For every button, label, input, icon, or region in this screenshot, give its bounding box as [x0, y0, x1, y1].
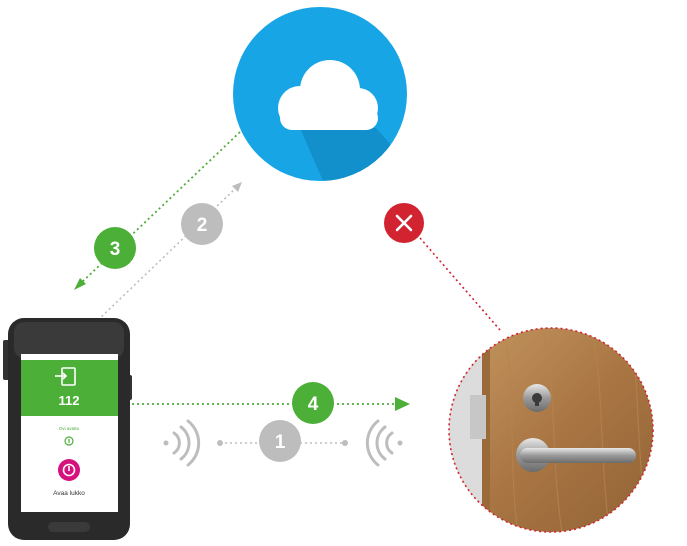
- arrowhead-to-phone: [74, 278, 86, 290]
- arrowhead-to-cloud: [232, 182, 242, 192]
- connector-nfc-end-right: [342, 440, 348, 446]
- diagram-stage: 1 2 3 4 112 Ovi avattu Avaa lukko: [0, 0, 687, 546]
- mobile-phone: 112 Ovi avattu Avaa lukko: [3, 318, 132, 540]
- door-number: 112: [59, 393, 80, 408]
- failure-badge: [384, 203, 424, 243]
- nfc-waves-right-icon: [365, 419, 403, 467]
- door-handle: [520, 448, 636, 463]
- diagram-canvas: 1 2 3 4 112 Ovi avattu Avaa lukko: [3, 7, 654, 540]
- arrowhead-to-lock: [395, 397, 410, 411]
- step-label-3: 3: [110, 239, 121, 260]
- nfc-waves-left-icon: [163, 419, 201, 467]
- step-badge-1: 1: [259, 420, 301, 462]
- step-badge-3: 3: [94, 227, 136, 269]
- step-badge-4: 4: [292, 382, 334, 424]
- connector-cloud-to-lock: [419, 237, 501, 331]
- step-badge-2: 2: [181, 203, 223, 245]
- cloud-service: [233, 7, 407, 181]
- status-text: Ovi avattu: [59, 426, 80, 431]
- open-lock-label: Avaa lukko: [53, 490, 85, 497]
- connector-nfc-end-left: [217, 440, 223, 446]
- step-label-2: 2: [197, 215, 208, 236]
- step-label-1: 1: [275, 432, 286, 453]
- cloud-long-shadow: [300, 128, 407, 181]
- step-label-4: 4: [308, 394, 319, 415]
- door-lock-photo: [448, 327, 654, 533]
